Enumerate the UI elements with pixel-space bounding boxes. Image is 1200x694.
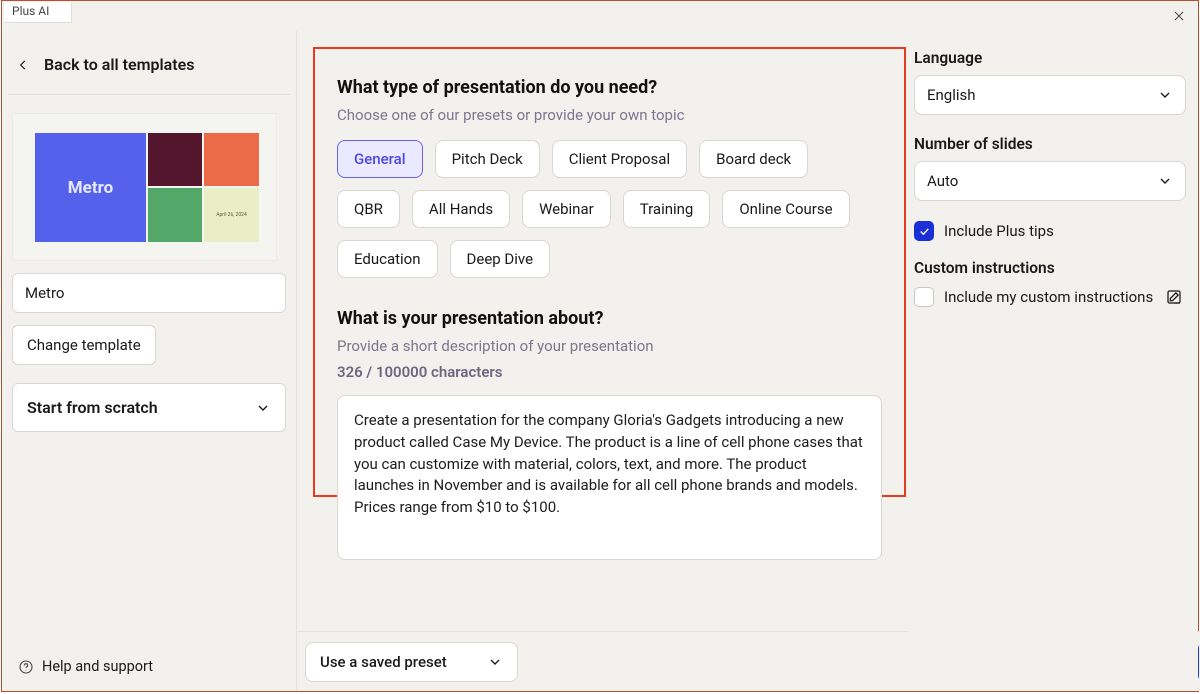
presentation-type-sub: Choose one of our presets or provide you… [337,106,882,124]
saved-preset-select[interactable]: Use a saved preset [305,642,518,682]
include-custom-instructions-row[interactable]: Include my custom instructions [914,287,1186,307]
presentation-type-heading: What type of presentation do you need? [337,77,882,98]
help-and-support[interactable]: Help and support [18,658,153,675]
template-thumbnail[interactable]: Metro April 26, 2024 [12,113,277,261]
preset-chip[interactable]: Education [337,240,438,278]
preset-chip[interactable]: Webinar [522,190,611,228]
include-custom-instructions-checkbox[interactable] [914,287,934,307]
thumb-tile-orange [204,133,259,186]
thumb-date: April 26, 2024 [216,212,247,218]
include-plus-tips-row[interactable]: Include Plus tips [914,221,1186,241]
chevron-down-icon [487,654,503,670]
preset-chip[interactable]: Online Course [722,190,849,228]
preset-chip[interactable]: Training [623,190,711,228]
back-to-templates[interactable]: Back to all templates [8,41,290,95]
language-select[interactable]: English [914,75,1186,115]
include-custom-instructions-label: Include my custom instructions [944,288,1153,306]
description-textarea[interactable] [337,395,882,560]
include-plus-tips-label: Include Plus tips [944,222,1054,240]
preset-chip[interactable]: QBR [337,190,400,228]
preset-chip-group: General Pitch Deck Client Proposal Board de… [337,140,882,278]
preset-chip[interactable]: General [337,140,423,178]
close-icon [1172,9,1186,23]
presentation-about-heading: What is your presentation about? [337,308,882,329]
template-name-field[interactable]: Metro [12,273,286,313]
close-button[interactable] [1170,7,1188,25]
right-sidebar: Language English Number of slides Auto I… [908,31,1198,691]
language-label: Language [914,49,1186,67]
edit-icon[interactable] [1165,288,1183,306]
thumb-tile-blue: Metro [35,133,146,242]
chevron-left-icon [16,58,30,72]
highlighted-region: What type of presentation do you need? C… [313,47,906,497]
include-plus-tips-checkbox[interactable] [914,221,934,241]
language-value: English [927,86,976,104]
back-label: Back to all templates [44,55,194,74]
thumb-title: Metro [68,178,113,198]
start-from-scratch-select[interactable]: Start from scratch [12,383,286,432]
help-icon [18,659,34,675]
chevron-down-icon [255,400,271,416]
change-template-button[interactable]: Change template [12,325,156,365]
saved-preset-label: Use a saved preset [320,653,447,671]
slides-select[interactable]: Auto [914,161,1186,201]
help-label: Help and support [42,658,153,675]
presentation-about-sub: Provide a short description of your pres… [337,337,882,355]
preset-chip[interactable]: Client Proposal [552,140,687,178]
preset-chip[interactable]: Board deck [699,140,808,178]
preset-chip[interactable]: Pitch Deck [435,140,540,178]
start-from-scratch-label: Start from scratch [27,398,158,417]
preset-chip[interactable]: Deep Dive [450,240,551,278]
chevron-down-icon [1157,173,1173,189]
chevron-down-icon [1157,87,1173,103]
preset-chip[interactable]: All Hands [412,190,510,228]
left-sidebar: Back to all templates Metro April 26, 20… [2,31,297,691]
check-icon [918,225,931,238]
slides-label: Number of slides [914,135,1186,153]
thumb-tile-green [148,188,202,242]
app-title: Plus AI [4,2,72,23]
custom-instructions-heading: Custom instructions [914,259,1186,277]
character-counter: 326 / 100000 characters [337,363,882,381]
main-panel: What type of presentation do you need? C… [297,31,908,691]
thumb-tile-maroon [148,133,202,186]
thumb-tile-cream: April 26, 2024 [204,188,259,242]
titlebar: Plus AI [2,1,1198,31]
slides-value: Auto [927,172,958,190]
